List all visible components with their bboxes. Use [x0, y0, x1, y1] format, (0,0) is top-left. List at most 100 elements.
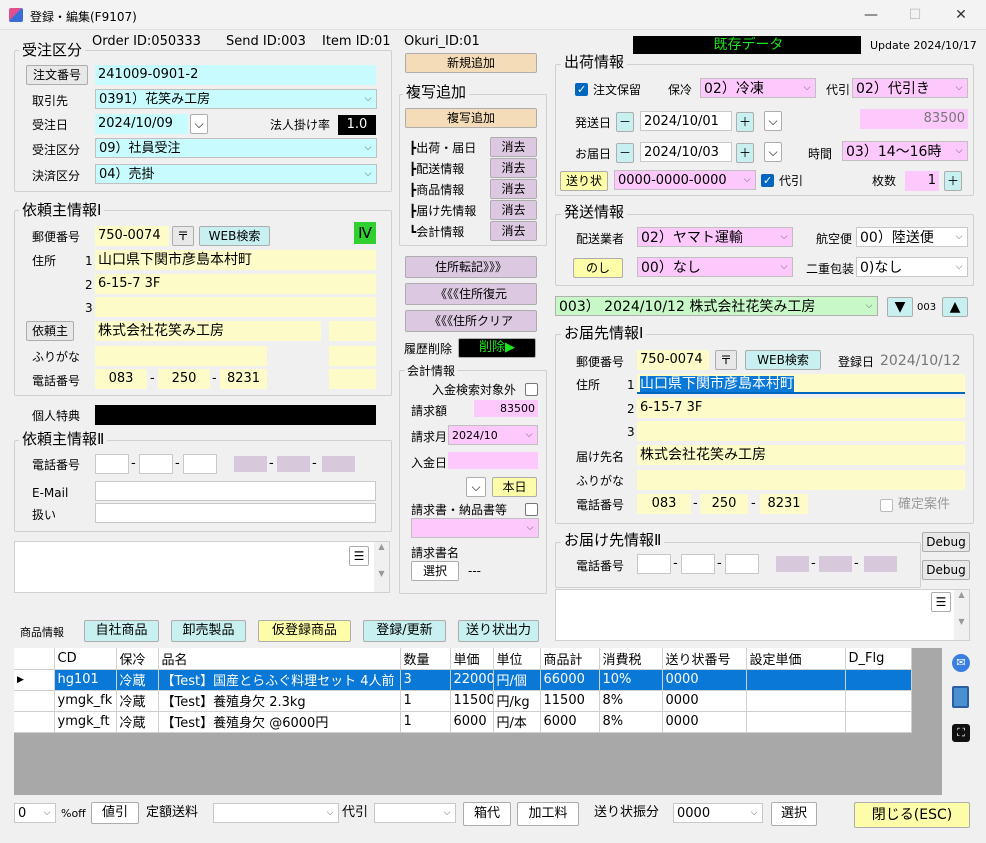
dest2-tel1[interactable] — [637, 554, 671, 574]
dest-zip-field[interactable]: 750-0074 — [637, 350, 709, 370]
daibiki-select[interactable]: 02）代引き ⌵ — [852, 78, 968, 98]
req-name-extra[interactable] — [329, 321, 376, 341]
handle-field[interactable] — [95, 503, 376, 523]
column-header[interactable]: 商品計 — [540, 648, 600, 670]
hold-checkbox[interactable] — [575, 83, 588, 96]
req2-tel4[interactable] — [234, 456, 267, 472]
req-kana-field[interactable] — [95, 346, 267, 366]
deliv-date-plus[interactable]: ＋ — [736, 143, 754, 163]
own-goods-button[interactable]: 自社商品 — [84, 620, 159, 642]
table-cell[interactable]: 8% — [599, 711, 663, 733]
dest-tel2-field[interactable]: 250 — [700, 494, 748, 514]
docs-checkbox[interactable] — [525, 503, 538, 516]
settle-select[interactable]: 04）売掛 ⌵ — [95, 164, 377, 184]
table-cell[interactable]: 円/個 — [493, 669, 541, 691]
memo-right[interactable] — [555, 589, 970, 641]
screenshot-icon[interactable]: ⛶ — [952, 724, 970, 742]
req2-tel3[interactable] — [183, 454, 217, 474]
bill-field[interactable]: 83500 — [474, 400, 538, 417]
pct-select[interactable]: 0 ⌵ — [14, 803, 56, 823]
dest-history-select[interactable]: 003） 2024/10/12 株式会社花笑み工房 ⌵ — [555, 296, 878, 316]
close-esc-button[interactable]: 閉じる(ESC) — [854, 802, 970, 828]
fixed-ship-select[interactable]: ⌵ — [213, 803, 339, 823]
table-cell[interactable]: 8% — [599, 690, 663, 712]
table-row[interactable]: ymgk_fk 冷蔵 【Test】養殖身欠 2.3kg 1 11500 円/kg 11500… — [14, 690, 912, 712]
table-cell[interactable]: 冷蔵 — [116, 690, 159, 712]
req-tel2-field[interactable]: 250 — [158, 369, 210, 389]
table-cell[interactable]: 6000 — [450, 711, 494, 733]
dest2-tel6[interactable] — [864, 556, 897, 572]
column-header[interactable]: D_Flg — [845, 648, 912, 670]
count-plus[interactable]: ＋ — [944, 171, 962, 191]
req-web-search-button[interactable]: WEB検索 — [199, 226, 270, 246]
client-select[interactable]: 0391）花笑み工房 ⌵ — [95, 89, 377, 109]
dest2-tel5[interactable] — [819, 556, 852, 572]
column-header[interactable]: 品名 — [158, 648, 401, 670]
table-cell[interactable]: 0000 — [662, 690, 747, 712]
order-kubun-select[interactable]: 09）社員受注 ⌵ — [95, 138, 377, 158]
confirm-checkbox[interactable] — [880, 499, 893, 512]
memo-left[interactable] — [14, 541, 390, 593]
order-number-button[interactable]: 注文番号 — [26, 65, 88, 85]
table-cell[interactable]: 3 — [400, 669, 451, 691]
req-tel3-field[interactable]: 8231 — [220, 369, 267, 389]
table-cell[interactable]: ymgk_fk — [54, 690, 117, 712]
dest2-tel3[interactable] — [725, 554, 759, 574]
deliv-date-picker[interactable]: ⌵ — [764, 142, 782, 162]
air-select[interactable]: 00）陸送便 ⌵ — [856, 227, 968, 247]
table-cell[interactable]: 66000 — [540, 669, 600, 691]
history-delete-button[interactable]: 削除▶ — [458, 338, 536, 358]
processing-fee-button[interactable]: 加工料 — [517, 802, 579, 826]
column-header[interactable]: 単価 — [450, 648, 494, 670]
addr-copy-button[interactable]: 住所転記》》》 — [405, 256, 537, 278]
temp-goods-button[interactable]: 仮登録商品 — [258, 620, 351, 642]
req-kana-extra[interactable] — [329, 346, 376, 366]
column-header[interactable]: 送り状番号 — [662, 648, 747, 670]
ship-date-picker[interactable]: ⌵ — [764, 111, 782, 131]
table-cell[interactable]: 0000 — [662, 669, 747, 691]
memo-left-scrollbar[interactable]: ▲ ▼ — [374, 542, 389, 592]
calculator-icon[interactable] — [952, 686, 969, 708]
dest-addr2-field[interactable]: 6-15-7 3F — [637, 398, 965, 418]
docs-select[interactable]: ⌵ — [411, 518, 539, 538]
column-header[interactable]: 単位 — [493, 648, 541, 670]
table-cell[interactable]: 22000 — [450, 669, 494, 691]
dest-tel3-field[interactable]: 8231 — [760, 494, 808, 514]
okuri-assign-select[interactable]: 0000 ⌵ — [673, 803, 763, 823]
carrier-select[interactable]: 02）ヤマト運輸 ⌵ — [637, 227, 793, 247]
column-header[interactable]: 設定単価 — [746, 648, 846, 670]
email-field[interactable] — [95, 481, 376, 501]
perk-field[interactable] — [95, 405, 376, 425]
dest-tel1-field[interactable]: 083 — [637, 494, 691, 514]
register-update-button[interactable]: 登録/更新 — [363, 620, 446, 642]
requester-button[interactable]: 依頼主 — [26, 321, 74, 341]
table-cell[interactable]: 11500 — [450, 690, 494, 712]
table-cell[interactable]: hg101 — [54, 669, 117, 691]
noshi-button[interactable]: のし — [573, 258, 623, 278]
table-cell[interactable]: 10% — [599, 669, 663, 691]
exclude-checkbox[interactable] — [525, 383, 538, 396]
req2-tel6[interactable] — [322, 456, 355, 472]
mail-icon[interactable]: ✉ — [952, 654, 970, 672]
addr-clear-button[interactable]: 《《《住所クリア — [405, 310, 537, 332]
table-cell[interactable] — [746, 711, 846, 733]
double-select[interactable]: 0)なし ⌵ — [856, 257, 968, 277]
req2-tel1[interactable] — [95, 454, 129, 474]
count-field[interactable]: 1 — [905, 171, 939, 191]
req-tel1-field[interactable]: 083 — [95, 369, 147, 389]
dest2-tel4[interactable] — [776, 556, 809, 572]
okuri-output-button[interactable]: 送り状出力 — [458, 620, 539, 642]
dest-name-field[interactable]: 株式会社花笑み工房 — [637, 445, 965, 465]
today-button[interactable]: 本日 — [492, 477, 537, 497]
req-name-field[interactable]: 株式会社花笑み工房 — [95, 321, 321, 341]
order-date-picker[interactable]: ⌵ — [190, 114, 208, 134]
order-date-field[interactable]: 2024/10/09 — [95, 114, 188, 134]
memo-right-scrollbar[interactable]: ▲ ▼ — [954, 590, 969, 640]
deliv-date-minus[interactable]: － — [616, 143, 634, 163]
column-header[interactable]: 消費税 — [599, 648, 663, 670]
table-row[interactable]: ▶ hg101 冷蔵 【Test】国産とらふぐ料理セット 4人前 3 22000 円/個 66… — [14, 669, 912, 691]
addr-restore-button[interactable]: 《《《住所復元 — [405, 283, 537, 305]
table-cell[interactable] — [746, 669, 846, 691]
bottom-select-button[interactable]: 選択 — [771, 802, 817, 826]
docname-select-button[interactable]: 選択 — [411, 561, 459, 581]
